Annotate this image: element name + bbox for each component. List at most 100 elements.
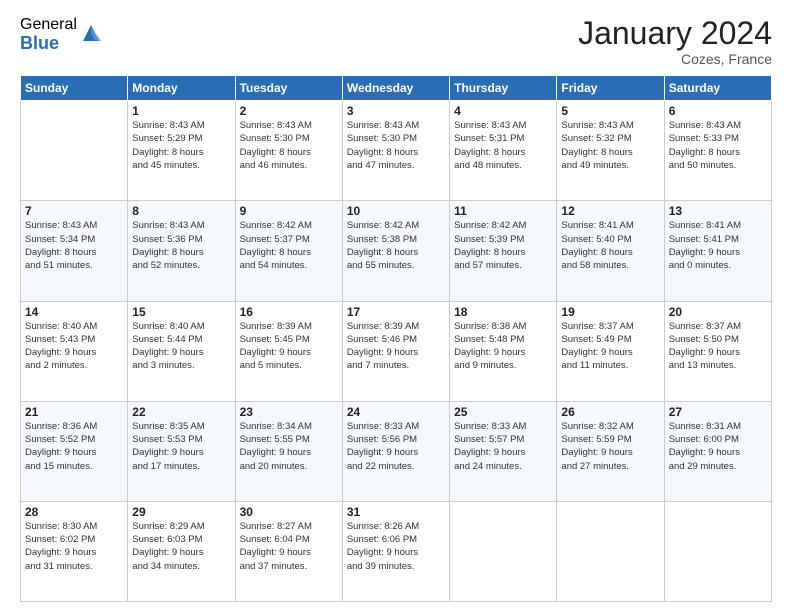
day-number: 26 [561, 405, 659, 419]
day-number: 19 [561, 305, 659, 319]
title-block: January 2024 Cozes, France [578, 16, 772, 67]
table-row: 10Sunrise: 8:42 AMSunset: 5:38 PMDayligh… [342, 201, 449, 301]
day-info: Sunrise: 8:33 AMSunset: 5:56 PMDaylight:… [347, 420, 445, 473]
day-info: Sunrise: 8:31 AMSunset: 6:00 PMDaylight:… [669, 420, 767, 473]
table-row: 2Sunrise: 8:43 AMSunset: 5:30 PMDaylight… [235, 101, 342, 201]
day-info: Sunrise: 8:42 AMSunset: 5:39 PMDaylight:… [454, 219, 552, 272]
table-row: 19Sunrise: 8:37 AMSunset: 5:49 PMDayligh… [557, 301, 664, 401]
month-title: January 2024 [578, 16, 772, 51]
day-number: 5 [561, 104, 659, 118]
day-info: Sunrise: 8:43 AMSunset: 5:31 PMDaylight:… [454, 119, 552, 172]
day-info: Sunrise: 8:37 AMSunset: 5:49 PMDaylight:… [561, 320, 659, 373]
table-row: 23Sunrise: 8:34 AMSunset: 5:55 PMDayligh… [235, 401, 342, 501]
table-row: 8Sunrise: 8:43 AMSunset: 5:36 PMDaylight… [128, 201, 235, 301]
table-row: 12Sunrise: 8:41 AMSunset: 5:40 PMDayligh… [557, 201, 664, 301]
table-row: 26Sunrise: 8:32 AMSunset: 5:59 PMDayligh… [557, 401, 664, 501]
location: Cozes, France [578, 51, 772, 67]
col-monday: Monday [128, 76, 235, 101]
col-thursday: Thursday [450, 76, 557, 101]
day-number: 29 [132, 505, 230, 519]
day-number: 22 [132, 405, 230, 419]
day-info: Sunrise: 8:33 AMSunset: 5:57 PMDaylight:… [454, 420, 552, 473]
table-row: 28Sunrise: 8:30 AMSunset: 6:02 PMDayligh… [21, 501, 128, 601]
calendar-table: Sunday Monday Tuesday Wednesday Thursday… [20, 75, 772, 602]
logo: General Blue [20, 16, 103, 53]
day-number: 14 [25, 305, 123, 319]
table-row: 6Sunrise: 8:43 AMSunset: 5:33 PMDaylight… [664, 101, 771, 201]
day-number: 30 [240, 505, 338, 519]
week-row-2: 7Sunrise: 8:43 AMSunset: 5:34 PMDaylight… [21, 201, 772, 301]
day-info: Sunrise: 8:26 AMSunset: 6:06 PMDaylight:… [347, 520, 445, 573]
day-number: 2 [240, 104, 338, 118]
day-number: 9 [240, 204, 338, 218]
table-row: 25Sunrise: 8:33 AMSunset: 5:57 PMDayligh… [450, 401, 557, 501]
week-row-5: 28Sunrise: 8:30 AMSunset: 6:02 PMDayligh… [21, 501, 772, 601]
day-info: Sunrise: 8:35 AMSunset: 5:53 PMDaylight:… [132, 420, 230, 473]
day-info: Sunrise: 8:43 AMSunset: 5:34 PMDaylight:… [25, 219, 123, 272]
table-row: 24Sunrise: 8:33 AMSunset: 5:56 PMDayligh… [342, 401, 449, 501]
logo-icon [79, 21, 103, 45]
table-row [21, 101, 128, 201]
day-info: Sunrise: 8:34 AMSunset: 5:55 PMDaylight:… [240, 420, 338, 473]
col-friday: Friday [557, 76, 664, 101]
day-number: 17 [347, 305, 445, 319]
table-row [450, 501, 557, 601]
day-info: Sunrise: 8:43 AMSunset: 5:30 PMDaylight:… [240, 119, 338, 172]
day-info: Sunrise: 8:42 AMSunset: 5:37 PMDaylight:… [240, 219, 338, 272]
day-number: 7 [25, 204, 123, 218]
table-row: 22Sunrise: 8:35 AMSunset: 5:53 PMDayligh… [128, 401, 235, 501]
table-row: 1Sunrise: 8:43 AMSunset: 5:29 PMDaylight… [128, 101, 235, 201]
table-row: 3Sunrise: 8:43 AMSunset: 5:30 PMDaylight… [342, 101, 449, 201]
day-number: 10 [347, 204, 445, 218]
header-row: Sunday Monday Tuesday Wednesday Thursday… [21, 76, 772, 101]
day-number: 12 [561, 204, 659, 218]
week-row-3: 14Sunrise: 8:40 AMSunset: 5:43 PMDayligh… [21, 301, 772, 401]
col-wednesday: Wednesday [342, 76, 449, 101]
day-number: 24 [347, 405, 445, 419]
col-sunday: Sunday [21, 76, 128, 101]
day-number: 27 [669, 405, 767, 419]
day-number: 31 [347, 505, 445, 519]
day-number: 11 [454, 204, 552, 218]
table-row: 16Sunrise: 8:39 AMSunset: 5:45 PMDayligh… [235, 301, 342, 401]
day-number: 4 [454, 104, 552, 118]
day-info: Sunrise: 8:29 AMSunset: 6:03 PMDaylight:… [132, 520, 230, 573]
table-row: 29Sunrise: 8:29 AMSunset: 6:03 PMDayligh… [128, 501, 235, 601]
day-number: 13 [669, 204, 767, 218]
logo-blue: Blue [20, 34, 77, 54]
logo-text: General Blue [20, 16, 77, 53]
table-row: 15Sunrise: 8:40 AMSunset: 5:44 PMDayligh… [128, 301, 235, 401]
table-row: 18Sunrise: 8:38 AMSunset: 5:48 PMDayligh… [450, 301, 557, 401]
table-row [664, 501, 771, 601]
table-row: 21Sunrise: 8:36 AMSunset: 5:52 PMDayligh… [21, 401, 128, 501]
day-info: Sunrise: 8:40 AMSunset: 5:44 PMDaylight:… [132, 320, 230, 373]
day-info: Sunrise: 8:41 AMSunset: 5:41 PMDaylight:… [669, 219, 767, 272]
table-row: 9Sunrise: 8:42 AMSunset: 5:37 PMDaylight… [235, 201, 342, 301]
table-row: 31Sunrise: 8:26 AMSunset: 6:06 PMDayligh… [342, 501, 449, 601]
day-info: Sunrise: 8:30 AMSunset: 6:02 PMDaylight:… [25, 520, 123, 573]
day-number: 3 [347, 104, 445, 118]
day-info: Sunrise: 8:43 AMSunset: 5:32 PMDaylight:… [561, 119, 659, 172]
table-row: 30Sunrise: 8:27 AMSunset: 6:04 PMDayligh… [235, 501, 342, 601]
day-info: Sunrise: 8:43 AMSunset: 5:36 PMDaylight:… [132, 219, 230, 272]
table-row: 5Sunrise: 8:43 AMSunset: 5:32 PMDaylight… [557, 101, 664, 201]
day-number: 8 [132, 204, 230, 218]
page: General Blue January 2024 Cozes, France … [0, 0, 792, 612]
day-info: Sunrise: 8:39 AMSunset: 5:45 PMDaylight:… [240, 320, 338, 373]
day-info: Sunrise: 8:32 AMSunset: 5:59 PMDaylight:… [561, 420, 659, 473]
week-row-1: 1Sunrise: 8:43 AMSunset: 5:29 PMDaylight… [21, 101, 772, 201]
day-number: 28 [25, 505, 123, 519]
col-tuesday: Tuesday [235, 76, 342, 101]
day-number: 25 [454, 405, 552, 419]
week-row-4: 21Sunrise: 8:36 AMSunset: 5:52 PMDayligh… [21, 401, 772, 501]
day-info: Sunrise: 8:36 AMSunset: 5:52 PMDaylight:… [25, 420, 123, 473]
header: General Blue January 2024 Cozes, France [20, 16, 772, 67]
table-row: 17Sunrise: 8:39 AMSunset: 5:46 PMDayligh… [342, 301, 449, 401]
table-row: 4Sunrise: 8:43 AMSunset: 5:31 PMDaylight… [450, 101, 557, 201]
day-info: Sunrise: 8:43 AMSunset: 5:30 PMDaylight:… [347, 119, 445, 172]
day-info: Sunrise: 8:41 AMSunset: 5:40 PMDaylight:… [561, 219, 659, 272]
table-row: 11Sunrise: 8:42 AMSunset: 5:39 PMDayligh… [450, 201, 557, 301]
day-number: 20 [669, 305, 767, 319]
day-info: Sunrise: 8:27 AMSunset: 6:04 PMDaylight:… [240, 520, 338, 573]
day-info: Sunrise: 8:43 AMSunset: 5:29 PMDaylight:… [132, 119, 230, 172]
